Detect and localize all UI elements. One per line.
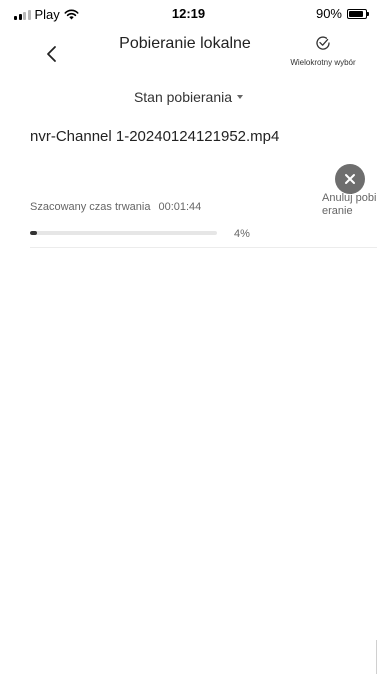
multi-select-label: Wielokrotny wybór bbox=[290, 58, 356, 67]
filter-label: Stan pobierania bbox=[133, 89, 233, 105]
download-item: nvr-Channel 1-20240124121952.mp4 Szacowa… bbox=[30, 122, 377, 248]
caret-down-icon bbox=[237, 95, 244, 100]
chevron-left-icon bbox=[47, 46, 56, 62]
duration-value: 00:01:44 bbox=[158, 201, 202, 213]
progress-percent: 4% bbox=[234, 228, 250, 240]
progress-bar bbox=[30, 231, 217, 235]
battery-icon bbox=[347, 8, 369, 19]
file-name: nvr-Channel 1-20240124121952.mp4 bbox=[30, 128, 280, 145]
check-circle-icon bbox=[316, 36, 330, 50]
progress-fill bbox=[30, 231, 38, 235]
page-title: Pobieranie lokalne bbox=[119, 35, 251, 52]
duration-row: Szacowany czas trwania 00:01:44 bbox=[30, 201, 201, 213]
duration-label: Szacowany czas trwania bbox=[30, 201, 151, 213]
back-button[interactable] bbox=[38, 40, 66, 68]
download-status-filter[interactable]: Stan pobierania bbox=[0, 89, 377, 105]
close-icon bbox=[345, 174, 355, 184]
cancel-download-label[interactable]: Anuluj pobieranie bbox=[322, 192, 377, 218]
battery-percent: 90% bbox=[315, 6, 342, 21]
multi-select-button[interactable]: Wielokrotny wybór bbox=[277, 35, 369, 67]
status-bar: Play 12:19 90% bbox=[0, 0, 377, 26]
status-bar-right: 90% bbox=[315, 6, 369, 21]
cancel-download-button[interactable] bbox=[335, 164, 365, 194]
